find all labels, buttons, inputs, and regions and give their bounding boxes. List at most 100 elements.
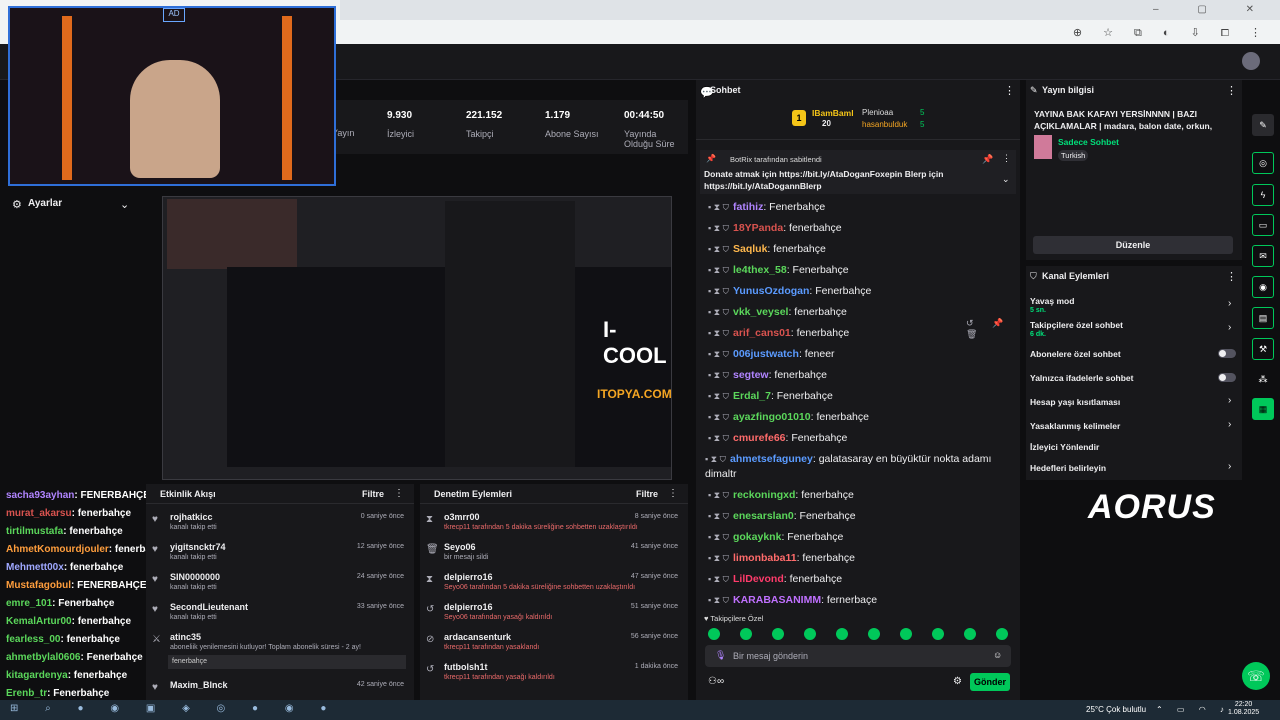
emote-icon[interactable] bbox=[836, 628, 848, 640]
emote-icon[interactable] bbox=[772, 628, 784, 640]
moderation-filter-button[interactable]: Filtre bbox=[636, 489, 658, 499]
chat-message[interactable]: ▪ ⧗ ⛉ enesarslan0: Fenerbahçe bbox=[708, 510, 856, 522]
more-icon[interactable]: ⋮ bbox=[668, 488, 678, 499]
browser-toolbar-icons[interactable]: ⊕ ☆ ⧉ ◐ ⇩ ⧠ ⋮ bbox=[1073, 26, 1270, 40]
pinned-message[interactable]: 📌 BotRix tarafından sabitlendi 📌 ⋮ Donat… bbox=[700, 150, 1016, 194]
browser-tab-strip[interactable] bbox=[340, 0, 1280, 20]
mod-badges-icon[interactable]: ▪ ⧗ ⛉ bbox=[708, 553, 729, 563]
chevron-right-icon[interactable]: › bbox=[1228, 298, 1231, 309]
profile-avatar[interactable] bbox=[1242, 52, 1260, 70]
activity-filter-button[interactable]: Filtre bbox=[362, 489, 384, 499]
mod-badges-icon[interactable]: ▪ ⧗ ⛉ bbox=[708, 328, 729, 338]
target-icon[interactable]: ◎ bbox=[1252, 152, 1274, 174]
taskbar-system-tray[interactable]: ⌃ ▭ ◠ ♪ bbox=[1156, 705, 1230, 714]
chat-username[interactable]: arif_cans01 bbox=[733, 327, 791, 339]
mod-badges-icon[interactable]: ▪ ⧗ ⛉ bbox=[708, 595, 729, 605]
chat-message[interactable]: ▪ ⧗ ⛉ arif_cans01: fenerbahçe bbox=[708, 327, 849, 339]
chat-message[interactable]: ▪ ⧗ ⛉ YunusOzdogan: Fenerbahçe bbox=[708, 285, 871, 297]
chat-message[interactable]: ▪ ⧗ ⛉ gokayknk: Fenerbahçe bbox=[708, 531, 843, 543]
bolt-icon[interactable]: ϟ bbox=[1252, 184, 1274, 206]
chevron-right-icon[interactable]: › bbox=[1228, 461, 1231, 472]
emote-icon[interactable] bbox=[996, 628, 1008, 640]
chat-message[interactable]: ▪ ⧗ ⛉ vkk_veysel: fenerbahçe bbox=[708, 306, 847, 318]
emote-icon[interactable] bbox=[804, 628, 816, 640]
activity-item[interactable]: ♥ SecondLieutenant kanalı takip etti 33 san… bbox=[146, 600, 414, 629]
apps-icon[interactable]: ⁂ bbox=[1252, 368, 1274, 390]
emote-icon[interactable] bbox=[932, 628, 944, 640]
message-hover-actions[interactable]: ↺ 📌 🗑 bbox=[966, 318, 1020, 339]
mod-badges-icon[interactable]: ▪ ⧗ ⛉ bbox=[708, 307, 729, 317]
moderation-item[interactable]: ⊘ ardacansenturk tkrecp11 tarafından yasak… bbox=[420, 630, 688, 659]
chat-message[interactable]: ▪ ⧗ ⛉ limonbaba11: fenerbahçe bbox=[708, 552, 855, 564]
chevron-right-icon[interactable]: › bbox=[1228, 395, 1231, 406]
mod-badges-icon[interactable]: ▪ ⧗ ⛉ bbox=[708, 574, 729, 584]
set-goals[interactable]: Hedefleri belirleyin bbox=[1030, 463, 1106, 473]
unpin-icon[interactable]: 📌 bbox=[982, 154, 993, 165]
activity-item[interactable]: ♥ SIN0000000 kanalı takip etti 24 saniye ön… bbox=[146, 570, 414, 599]
emote-icon[interactable] bbox=[740, 628, 752, 640]
mod-badges-icon[interactable]: ▪ ⧗ ⛉ bbox=[708, 265, 729, 275]
moderation-item[interactable]: 🗑 Seyo06 bir mesajı sildi 41 saniye önce bbox=[420, 540, 688, 569]
chat-username[interactable]: limonbaba11 bbox=[733, 552, 797, 564]
support-chat-icon[interactable]: ☏ bbox=[1242, 662, 1270, 690]
send-button[interactable]: Gönder bbox=[970, 673, 1010, 691]
settings-toggle[interactable]: ⚙ Ayarlar ⌄ bbox=[0, 192, 142, 216]
chat-message[interactable]: ▪ ⧗ ⛉ reckoningxd: fenerbahçe bbox=[708, 489, 854, 501]
mod-badges-icon[interactable]: ▪ ⧗ ⛉ bbox=[708, 223, 729, 233]
taskbar-clock[interactable]: 22:20 1.08.2025 bbox=[1228, 701, 1259, 717]
banned-words[interactable]: Yasaklanmış kelimeler bbox=[1030, 421, 1120, 431]
mod-badges-icon[interactable]: ▪ ⧗ ⛉ bbox=[708, 349, 729, 359]
more-icon[interactable]: ⋮ bbox=[1226, 84, 1237, 97]
mod-badges-icon[interactable]: ▪ ⧗ ⛉ bbox=[708, 370, 729, 380]
emote-icon[interactable] bbox=[900, 628, 912, 640]
card-icon[interactable]: ▭ bbox=[1252, 214, 1274, 236]
taskbar-app-icons[interactable]: ⊞ ⌕ ● ◉ ▣ ◈ ◎ ● ◉ ● bbox=[10, 703, 338, 714]
followers-only-chat[interactable]: Takipçilere özel sohbet 6 dk. bbox=[1030, 320, 1123, 338]
grid-icon[interactable]: ▦ bbox=[1252, 398, 1274, 420]
mod-badges-icon[interactable]: ▪ ⧗ ⛉ bbox=[708, 244, 729, 254]
mod-badges-icon[interactable]: ▪ ⧗ ⛉ bbox=[708, 412, 729, 422]
chat-username[interactable]: Saqluk bbox=[733, 243, 767, 255]
account-age-restriction[interactable]: Hesap yaşı kısıtlaması bbox=[1030, 397, 1120, 407]
activity-item[interactable]: ♥ rojhatkicc kanalı takip etti 0 saniye önc… bbox=[146, 510, 414, 539]
window-controls[interactable]: – ▢ ✕ bbox=[1153, 4, 1272, 15]
mod-badges-icon[interactable]: ▪ ⧗ ⛉ bbox=[708, 433, 729, 443]
chat-username[interactable]: KARABASANIMM bbox=[733, 594, 821, 606]
emote-icon[interactable] bbox=[964, 628, 976, 640]
moderation-item[interactable]: ↺ futbolsh1t tkrecp11 tarafından yasağı ka… bbox=[420, 660, 688, 689]
emote-only-toggle[interactable] bbox=[1218, 373, 1236, 382]
activity-item[interactable]: ♥ yigitsncktr74 kanalı takip etti 12 saniye… bbox=[146, 540, 414, 569]
chat-icon[interactable]: ✉ bbox=[1252, 245, 1274, 267]
chat-message[interactable]: ▪ ⧗ ⛉ Erdal_7: Fenerbahçe bbox=[708, 390, 833, 402]
emote-icon[interactable] bbox=[868, 628, 880, 640]
subscribers-only-toggle[interactable] bbox=[1218, 349, 1236, 358]
chat-username[interactable]: 18YPanda bbox=[733, 222, 783, 234]
chat-input[interactable]: 🎙 Bir mesaj gönderin ☺ bbox=[705, 645, 1011, 667]
chat-message[interactable]: ▪ ⧗ ⛉ ahmetsefaguney: galatasaray en büyü… bbox=[705, 452, 1010, 482]
more-icon[interactable]: ⋮ bbox=[1226, 270, 1237, 283]
chat-username[interactable]: ahmetsefaguney bbox=[730, 453, 813, 465]
edit-stream-button[interactable]: Düzenle bbox=[1033, 236, 1233, 254]
chat-username[interactable]: le4thex_58 bbox=[733, 264, 787, 276]
mod-badges-icon[interactable]: ▪ ⧗ ⛉ bbox=[705, 454, 726, 464]
more-icon[interactable]: ⋮ bbox=[1002, 153, 1011, 164]
chat-username[interactable]: gokayknk bbox=[733, 531, 781, 543]
mod-badges-icon[interactable]: ▪ ⧗ ⛉ bbox=[708, 391, 729, 401]
chat-message[interactable]: ▪ ⧗ ⛉ Saqluk: fenerbahçe bbox=[708, 243, 826, 255]
chat-message[interactable]: ▪ ⧗ ⛉ KARABASANIMM: fernerbaçe bbox=[708, 594, 877, 606]
host-viewers[interactable]: İzleyici Yönlendir bbox=[1030, 442, 1099, 452]
chevron-right-icon[interactable]: › bbox=[1228, 419, 1231, 430]
chat-username[interactable]: cmurefe66 bbox=[733, 432, 786, 444]
chat-username[interactable]: YunusOzdogan bbox=[733, 285, 809, 297]
chat-tools-icon[interactable]: ⚇∞ bbox=[708, 676, 724, 687]
chat-username[interactable]: segtew bbox=[733, 369, 769, 381]
chevron-down-icon[interactable]: ⌄ bbox=[1002, 174, 1010, 185]
mic-icon[interactable]: 🎙 bbox=[715, 650, 726, 661]
chat-username[interactable]: ayazfingo01010 bbox=[733, 411, 811, 423]
chat-username[interactable]: vkk_veysel bbox=[733, 306, 788, 318]
chat-username[interactable]: reckoningxd bbox=[733, 489, 795, 501]
broadcast-icon[interactable]: ◉ bbox=[1252, 276, 1274, 298]
chat-username[interactable]: Erdal_7 bbox=[733, 390, 771, 402]
moderation-item[interactable]: ⧗ delpierro16 Seyo06 tarafından 5 dakika s… bbox=[420, 570, 688, 599]
chat-message[interactable]: ▪ ⧗ ⛉ 18YPanda: fenerbahçe bbox=[708, 222, 842, 234]
